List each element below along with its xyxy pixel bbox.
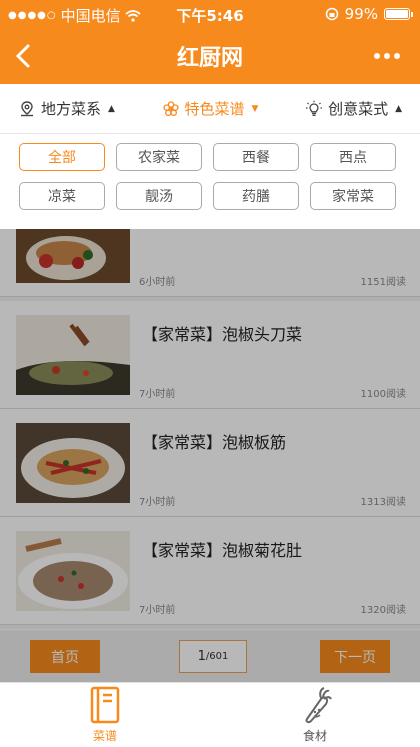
tab-label: 菜谱: [92, 729, 117, 743]
battery-icon: [384, 8, 413, 20]
battery-percent: 99%: [344, 5, 378, 23]
caret-up-icon: ▲: [395, 103, 402, 114]
tab-recipes[interactable]: 菜谱: [0, 683, 210, 747]
category-creative[interactable]: 创意菜式 ▲: [305, 98, 402, 119]
category-label: 特色菜谱: [184, 100, 245, 118]
caret-up-icon: ▲: [108, 103, 115, 114]
rotation-lock-icon: [325, 7, 338, 21]
page-title: 红厨网: [176, 46, 243, 71]
location-pin-icon: [21, 100, 33, 116]
category-featured[interactable]: 特色菜谱 ▼: [162, 98, 259, 119]
category-regional[interactable]: 地方菜系 ▲: [18, 98, 115, 119]
filter-chip-cold-dishes[interactable]: 凉菜: [19, 182, 105, 210]
filter-panel: 地方菜系 ▲ 特色菜谱 ▼ 创意菜式 ▲ 全部 农家菜 西餐 西点 凉菜 靓汤 …: [0, 84, 420, 229]
filter-chip-western[interactable]: 西餐: [213, 143, 299, 171]
battery-level: [386, 10, 408, 18]
filter-chip-pastry[interactable]: 西点: [310, 143, 396, 171]
navigation-bar: 红厨网: [0, 28, 420, 84]
app-header: ●●●●○ 中国电信 下午5:46 99% 红厨网: [0, 0, 420, 84]
category-label: 创意菜式: [328, 100, 389, 118]
more-icon[interactable]: [374, 42, 406, 70]
filter-chip-soup[interactable]: 靓汤: [116, 182, 202, 210]
carrot-icon: [305, 687, 332, 724]
category-bar: 地方菜系 ▲ 特色菜谱 ▼ 创意菜式 ▲: [0, 84, 420, 134]
flower-icon: [162, 100, 179, 116]
tab-ingredients[interactable]: 食材: [210, 683, 420, 747]
filter-chip-farmhouse[interactable]: 农家菜: [116, 143, 202, 171]
status-bar: ●●●●○ 中国电信 下午5:46 99%: [0, 0, 420, 28]
lightbulb-icon: [306, 100, 323, 116]
filter-chip-medicinal[interactable]: 药膳: [213, 182, 299, 210]
tab-label: 食材: [302, 729, 327, 743]
category-label: 地方菜系: [41, 100, 102, 118]
recipe-book-icon: [90, 686, 120, 724]
tab-bar: 菜谱 食材: [0, 682, 420, 747]
filter-chips: 全部 农家菜 西餐 西点 凉菜 靓汤 药膳 家常菜: [0, 134, 420, 219]
dim-overlay[interactable]: [0, 229, 420, 682]
filter-chip-home-style[interactable]: 家常菜: [310, 182, 396, 210]
caret-down-icon: ▼: [251, 103, 259, 114]
filter-chip-all[interactable]: 全部: [19, 143, 105, 171]
